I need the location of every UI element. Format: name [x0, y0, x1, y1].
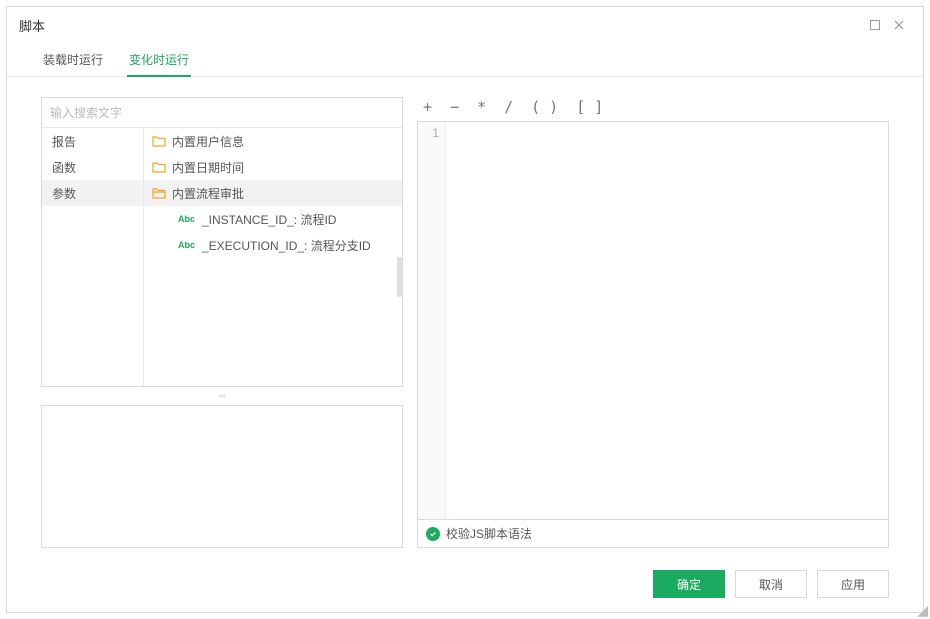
apply-button[interactable]: 应用	[817, 570, 889, 598]
operator-toolbar: + − * / ( ) [ ]	[417, 97, 889, 121]
op-brackets[interactable]: [ ]	[576, 98, 603, 116]
op-parens[interactable]: ( )	[531, 98, 558, 116]
tree-label: 内置流程审批	[172, 185, 244, 202]
tree-label: 内置用户信息	[172, 133, 244, 150]
tree-label: _EXECUTION_ID_: 流程分支ID	[202, 237, 371, 254]
right-column: + − * / ( ) [ ] 1 校验JS脚本语法	[417, 97, 889, 548]
splitter-handle[interactable]: ═	[41, 393, 403, 399]
tree-folder-workflow[interactable]: 内置流程审批	[144, 180, 402, 206]
tree: 内置用户信息 内置日期时间 内置流程审批 Abc _INSTANCE_I	[144, 128, 402, 386]
string-type-icon: Abc	[178, 214, 196, 224]
category-param[interactable]: 参数	[42, 180, 143, 206]
op-divide[interactable]: /	[504, 98, 513, 116]
tree-var-execution-id[interactable]: Abc _EXECUTION_ID_: 流程分支ID	[144, 232, 402, 258]
validate-bar[interactable]: 校验JS脚本语法	[417, 520, 889, 548]
tabs: 装载时运行 变化时运行	[7, 43, 923, 77]
category-report[interactable]: 报告	[42, 128, 143, 154]
tab-onload[interactable]: 装载时运行	[41, 43, 105, 77]
tree-folder-userinfo[interactable]: 内置用户信息	[144, 128, 402, 154]
browser-panel: 报告 函数 参数 内置用户信息 内置日期时间	[41, 97, 403, 387]
op-multiply[interactable]: *	[477, 98, 486, 116]
search-input[interactable]	[50, 106, 394, 120]
op-plus[interactable]: +	[423, 98, 432, 116]
footer: 确定 取消 应用	[7, 556, 923, 612]
category-function[interactable]: 函数	[42, 154, 143, 180]
line-number: 1	[418, 126, 439, 140]
dialog-title: 脚本	[19, 16, 45, 35]
line-gutter: 1	[418, 122, 446, 519]
folder-icon	[152, 135, 166, 147]
folder-icon	[152, 161, 166, 173]
check-icon	[426, 527, 440, 541]
tree-var-instance-id[interactable]: Abc _INSTANCE_ID_: 流程ID	[144, 206, 402, 232]
resize-grip-icon[interactable]: ◢	[917, 603, 928, 617]
tree-label: 内置日期时间	[172, 159, 244, 176]
cancel-button[interactable]: 取消	[735, 570, 807, 598]
tree-folder-datetime[interactable]: 内置日期时间	[144, 154, 402, 180]
scrollbar[interactable]	[397, 257, 402, 297]
ok-button[interactable]: 确定	[653, 570, 725, 598]
script-dialog: 脚本 装载时运行 变化时运行 报告 函数 参数	[6, 6, 924, 613]
validate-label: 校验JS脚本语法	[446, 525, 532, 542]
code-area[interactable]	[446, 122, 888, 519]
string-type-icon: Abc	[178, 240, 196, 250]
close-icon[interactable]	[887, 13, 911, 37]
browser: 报告 函数 参数 内置用户信息 内置日期时间	[42, 128, 402, 386]
code-editor[interactable]: 1	[417, 121, 889, 520]
maximize-icon[interactable]	[863, 13, 887, 37]
tab-onchange[interactable]: 变化时运行	[127, 43, 191, 77]
category-list: 报告 函数 参数	[42, 128, 144, 386]
description-panel	[41, 405, 403, 548]
content-area: 报告 函数 参数 内置用户信息 内置日期时间	[7, 77, 923, 556]
search-box	[42, 98, 402, 128]
titlebar: 脚本	[7, 7, 923, 43]
folder-open-icon	[152, 187, 166, 199]
left-column: 报告 函数 参数 内置用户信息 内置日期时间	[41, 97, 403, 548]
op-minus[interactable]: −	[450, 98, 459, 116]
tree-label: _INSTANCE_ID_: 流程ID	[202, 211, 336, 228]
